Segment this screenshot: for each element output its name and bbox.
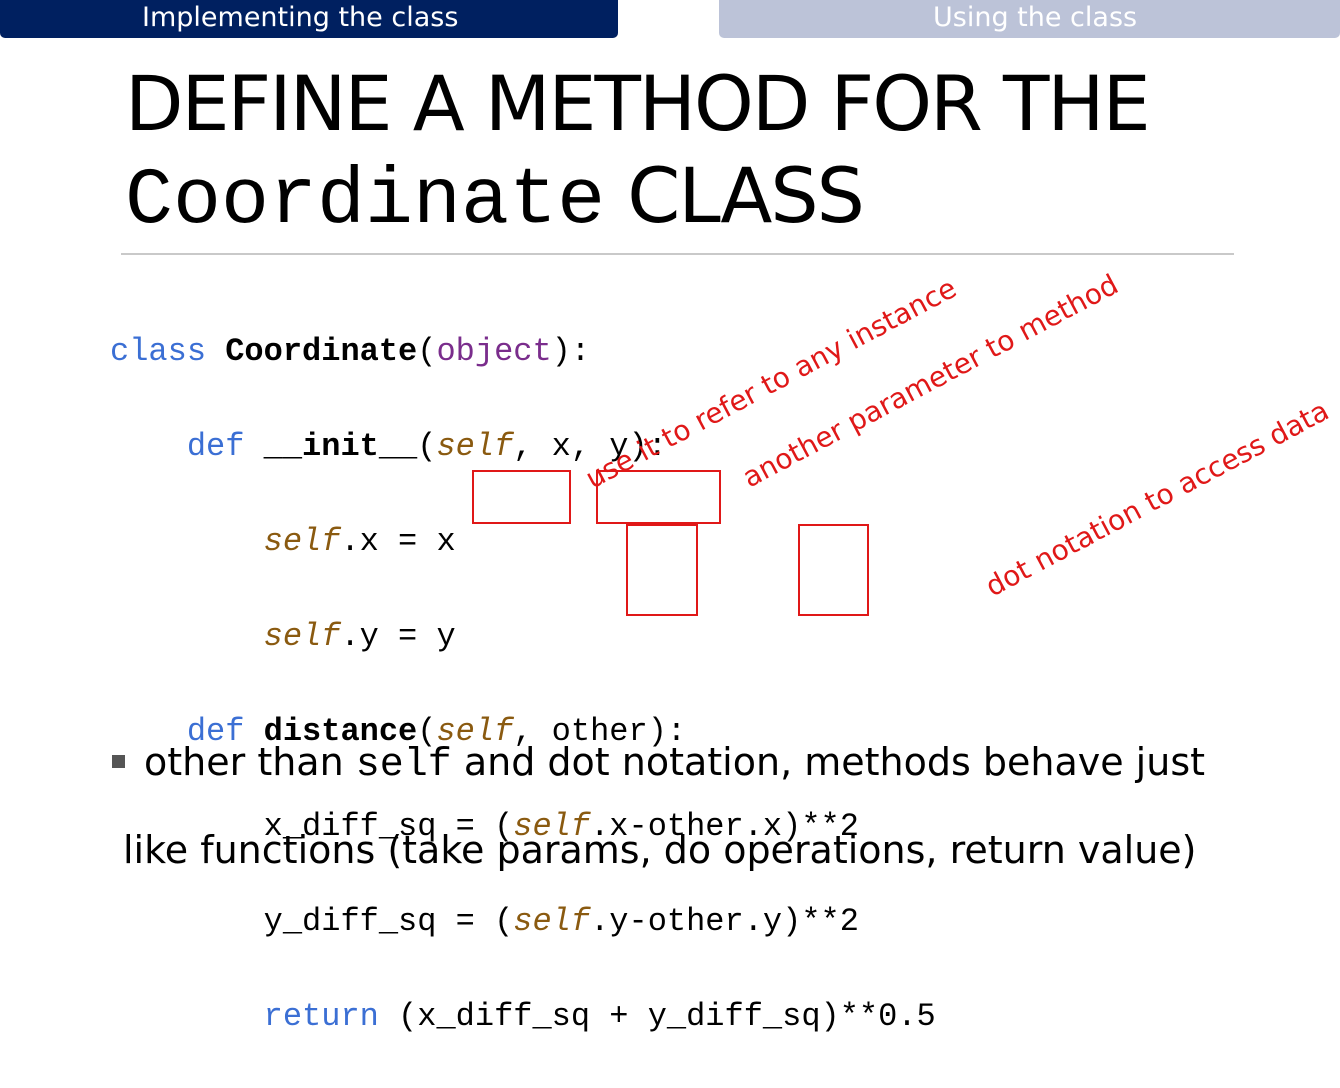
code-paren: ( (417, 332, 437, 370)
code-paren: ( (417, 427, 437, 465)
slide-title-line1: DEFINE A METHOD FOR THE (125, 59, 1151, 148)
slide-title: DEFINE A METHOD FOR THE Coordinate CLASS (125, 58, 1151, 248)
body-code-self: self (355, 743, 452, 788)
code-line-4: self.y = y (110, 613, 936, 661)
tab-implementing-the-class[interactable]: Implementing the class (0, 0, 618, 38)
body-text-a: other than (144, 740, 356, 784)
code-keyword-def: def (186, 427, 245, 465)
code-y-expr: .y-other.y)**2 (590, 902, 859, 940)
code-keyword-class: class (110, 332, 207, 370)
code-paren-close: ): (551, 332, 591, 370)
code-assign-y: .y = y (340, 617, 456, 655)
dot-notation-annotation: dot notation to access data (980, 393, 1335, 604)
code-self: self (436, 427, 514, 465)
code-self: self (513, 902, 591, 940)
title-code-word: Coordinate (125, 156, 606, 247)
other-dot-highlight (798, 524, 869, 616)
slide-title-line2: Coordinate CLASS (125, 150, 1149, 248)
tab-implementing-label: Implementing the class (142, 2, 459, 33)
code-self: self (263, 522, 341, 560)
self-param-highlight (472, 470, 571, 524)
code-return-expr: (x_diff_sq + y_diff_sq)**0.5 (378, 997, 936, 1035)
tab-using-the-class[interactable]: Using the class (719, 0, 1340, 38)
title-class-word: CLASS (627, 151, 865, 240)
code-block: class Coordinate(object): def __init__(s… (110, 280, 936, 1088)
code-init: __init__ (263, 427, 418, 465)
code-y-diff: y_diff_sq = ( (263, 902, 514, 940)
body-text-b: and dot notation, methods behave just (451, 740, 1206, 784)
code-object: object (436, 332, 552, 370)
body-line-1: other than self and dot notation, method… (144, 740, 1334, 788)
code-line-8: return (x_diff_sq + y_diff_sq)**0.5 (110, 993, 936, 1041)
code-line-7: y_diff_sq = (self.y-other.y)**2 (110, 898, 936, 946)
code-class-name: Coordinate (225, 332, 418, 370)
body-line-2: like functions (take params, do operatio… (123, 828, 1197, 872)
code-keyword-return: return (263, 997, 379, 1035)
self-dot-highlight (626, 524, 698, 616)
tab-using-label: Using the class (933, 2, 1138, 33)
code-self: self (263, 617, 341, 655)
bullet-marker (112, 755, 125, 768)
title-divider (121, 253, 1234, 255)
code-assign-x: .x = x (340, 522, 456, 560)
